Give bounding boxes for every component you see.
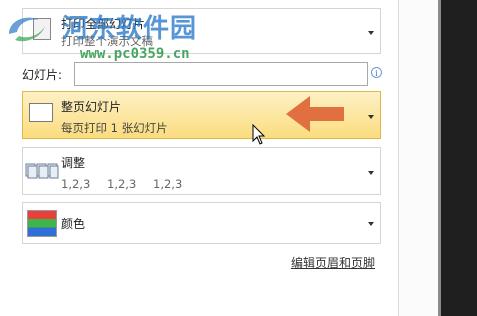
collate-order: 1,2,3 1,2,3 1,2,3 [61,177,199,191]
collated-pages-icon [25,163,59,179]
slides-input[interactable] [74,62,368,86]
info-icon[interactable]: i [371,67,382,78]
dropdown-arrow-icon [368,171,374,175]
slides-label: 幻灯片: [22,68,63,82]
watermark-url: www.pc0359.cn [80,46,190,62]
color-label: 颜色 [61,217,86,231]
watermark-logo-icon [9,17,45,42]
collate-order-item: 1,2,3 [61,177,91,191]
dropdown-arrow-icon [368,222,374,226]
full-page-slide-icon [29,103,53,122]
print-settings-panel: 打印全部幻灯片 打印整个演示文稿 幻灯片: i 整页幻灯片 每页打印 1 张幻灯… [0,0,398,316]
arrow-left-icon [286,96,344,132]
preview-pane [398,0,477,316]
dropdown-arrow-icon [368,115,374,119]
color-swatch-icon [27,210,57,237]
preview-area [438,0,477,316]
mouse-cursor-icon [252,124,266,145]
color-dropdown[interactable]: 颜色 [22,202,381,244]
print-layout-label: 整页幻灯片 [61,100,122,114]
edit-header-footer-link[interactable]: 编辑页眉和页脚 [291,254,375,271]
watermark-title: 河东软件园 [62,14,198,44]
collate-order-item: 1,2,3 [153,177,183,191]
collate-dropdown[interactable]: 调整 1,2,3 1,2,3 1,2,3 [22,147,381,195]
print-layout-description: 每页打印 1 张幻灯片 [61,121,168,135]
dropdown-arrow-icon [368,31,374,35]
collate-order-item: 1,2,3 [107,177,137,191]
collate-label: 调整 [61,156,86,170]
